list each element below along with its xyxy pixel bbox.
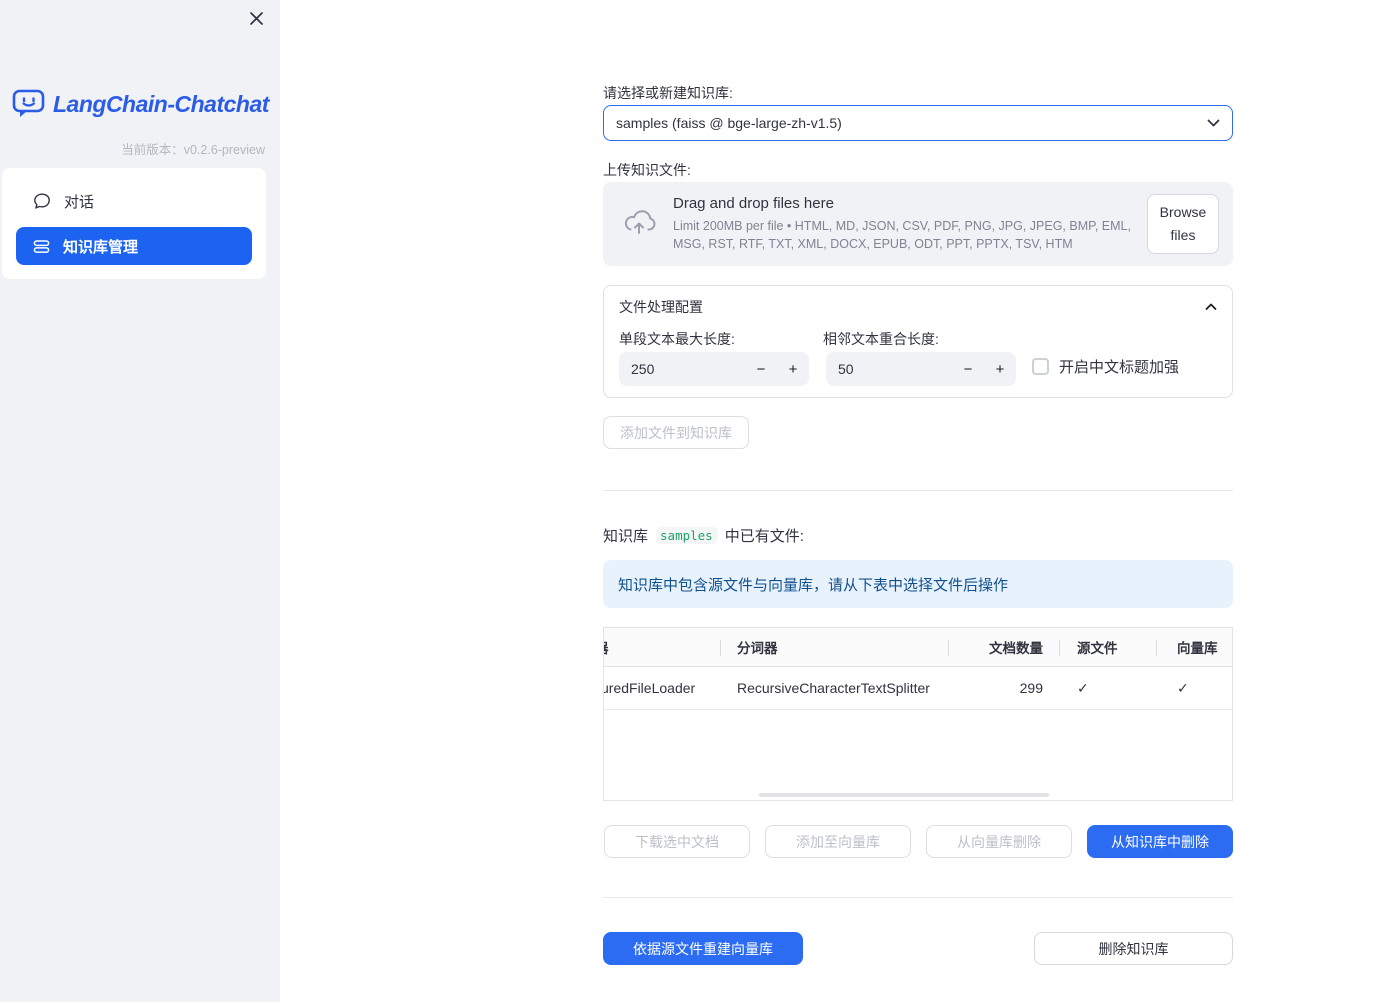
- sidebar: LangChain-Chatchat 当前版本：v0.2.6-preview 对…: [0, 0, 280, 1002]
- kb-select[interactable]: samples (faiss @ bge-large-zh-v1.5): [603, 105, 1233, 141]
- column-separator: [1156, 640, 1157, 656]
- chevron-down-icon: [1207, 119, 1220, 127]
- add-to-vector-store-button[interactable]: 添加至向量库: [765, 825, 911, 858]
- dropzone-instructions: Drag and drop files here Limit 200MB per…: [673, 195, 1147, 253]
- download-selected-button[interactable]: 下载选中文档: [604, 825, 750, 858]
- chunk-size-input[interactable]: 250 − +: [619, 352, 809, 386]
- expander-title: 文件处理配置: [619, 299, 703, 315]
- checkbox-label: 开启中文标题加强: [1059, 359, 1180, 376]
- upload-label: 上传知识文件:: [603, 162, 691, 178]
- app-title: LangChain-Chatchat: [53, 90, 269, 117]
- sidebar-close-icon[interactable]: [246, 8, 266, 28]
- horizontal-scrollbar[interactable]: [759, 793, 1049, 797]
- decrement-button[interactable]: −: [745, 352, 777, 386]
- column-separator: [948, 640, 949, 656]
- expander-header[interactable]: 文件处理配置: [604, 286, 1232, 317]
- divider: [603, 897, 1233, 898]
- divider: [603, 490, 1233, 491]
- increment-button[interactable]: +: [984, 352, 1016, 386]
- version-info: 当前版本：v0.2.6-preview: [121, 139, 265, 158]
- sidebar-item-label: 对话: [64, 193, 95, 211]
- col-doccount-header: 文档数量: [989, 641, 1043, 656]
- sidebar-item-dialogue[interactable]: 对话: [16, 182, 252, 220]
- chunk-size-value: 250: [631, 361, 655, 377]
- decrement-button[interactable]: −: [952, 352, 984, 386]
- cell-vector-check: ✓: [1177, 679, 1189, 696]
- cell-splitter: RecursiveCharacterTextSplitter: [737, 680, 930, 696]
- checkbox-unchecked[interactable]: [1032, 358, 1049, 375]
- column-separator: [720, 640, 721, 656]
- cell-loader: uredFileLoader: [604, 680, 696, 696]
- col-vector-header: 向量库: [1177, 641, 1218, 656]
- delete-from-kb-button[interactable]: 从知识库中删除: [1087, 825, 1233, 858]
- delete-from-vector-store-button[interactable]: 从向量库删除: [926, 825, 1072, 858]
- delete-kb-button[interactable]: 删除知识库: [1034, 932, 1233, 965]
- cell-doc-count: 299: [1019, 680, 1043, 696]
- kb-name-code: samples: [656, 527, 717, 544]
- info-banner: 知识库中包含源文件与向量库，请从下表中选择文件后操作: [603, 560, 1233, 608]
- app-logo: LangChain-Chatchat: [12, 88, 269, 120]
- overlap-size-value: 50: [838, 361, 854, 377]
- kb-select-label: 请选择或新建知识库:: [603, 85, 733, 101]
- version-value: v0.2.6-preview: [183, 143, 265, 157]
- sidebar-item-knowledge-base[interactable]: 知识库管理: [16, 227, 252, 265]
- chunk-size-label: 单段文本最大长度:: [619, 331, 735, 347]
- info-text: 知识库中包含源文件与向量库，请从下表中选择文件后操作: [618, 576, 1009, 594]
- sidebar-item-label: 知识库管理: [63, 238, 139, 256]
- overlap-size-label: 相邻文本重合长度:: [823, 331, 939, 347]
- sidebar-menu: 对话 知识库管理: [2, 168, 266, 279]
- kb-files-table[interactable]: 器 分词器 文档数量 源文件 向量库 uredFileLoader Recurs…: [603, 627, 1233, 801]
- rebuild-vector-store-button[interactable]: 依据源文件重建向量库: [603, 932, 803, 965]
- kb-select-value: samples (faiss @ bge-large-zh-v1.5): [616, 115, 842, 131]
- kb-files-heading: 知识库 samples 中已有文件:: [603, 525, 804, 546]
- chat-bubble-icon: [33, 192, 51, 210]
- version-label: 当前版本：: [121, 143, 184, 157]
- file-config-expander: 文件处理配置 单段文本最大长度: 相邻文本重合长度: 250 − + 50 − …: [603, 285, 1233, 398]
- browse-files-button[interactable]: Browse files: [1147, 193, 1219, 255]
- kb-files-suffix: 中已有文件:: [724, 528, 804, 545]
- main-content: 请选择或新建知识库: samples (faiss @ bge-large-zh…: [603, 0, 1234, 1002]
- logo-chat-smiley-icon: [12, 88, 46, 120]
- table-header-row: 器 分词器 文档数量 源文件 向量库: [604, 628, 1232, 667]
- stacked-layers-icon: [33, 238, 50, 255]
- file-dropzone[interactable]: Drag and drop files here Limit 200MB per…: [603, 182, 1233, 266]
- overlap-size-input[interactable]: 50 − +: [826, 352, 1016, 386]
- chevron-up-icon: [1205, 303, 1217, 311]
- cloud-upload-icon: [621, 208, 657, 241]
- kb-files-prefix: 知识库: [603, 528, 649, 545]
- col-loader-header: 器: [604, 637, 720, 657]
- table-row[interactable]: uredFileLoader RecursiveCharacterTextSpl…: [604, 667, 1232, 710]
- cell-source-check: ✓: [1077, 679, 1089, 696]
- zh-title-enhance-checkbox[interactable]: 开启中文标题加强: [1032, 356, 1179, 377]
- col-source-header: 源文件: [1077, 641, 1118, 656]
- column-separator: [1059, 640, 1060, 656]
- add-files-to-kb-button[interactable]: 添加文件到知识库: [603, 416, 749, 449]
- increment-button[interactable]: +: [777, 352, 809, 386]
- dropzone-title: Drag and drop files here: [673, 194, 834, 212]
- col-splitter-header: 分词器: [737, 641, 778, 656]
- dropzone-limit-text: Limit 200MB per file • HTML, MD, JSON, C…: [673, 218, 1131, 251]
